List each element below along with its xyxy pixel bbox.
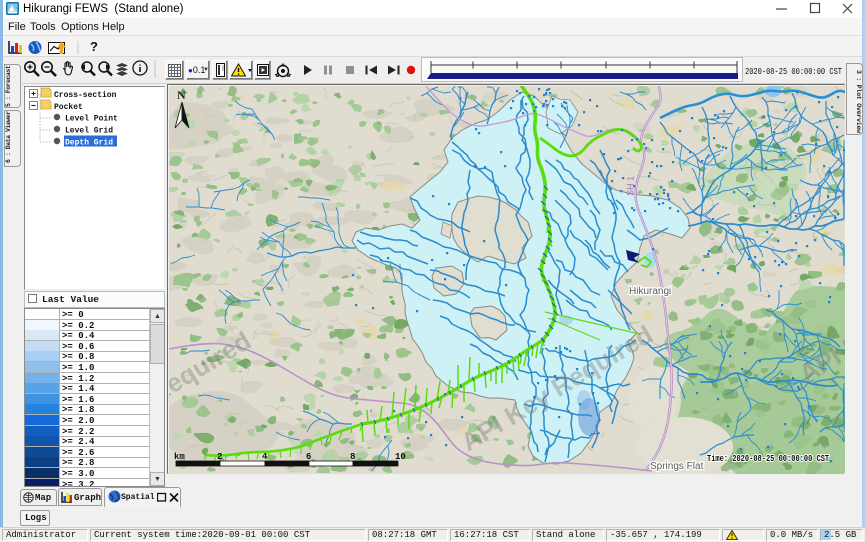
svg-text:Pocket: Pocket xyxy=(54,103,83,112)
svg-text:N: N xyxy=(177,88,186,102)
svg-text:Level Grid: Level Grid xyxy=(65,127,113,136)
svg-text:SH 1: SH 1 xyxy=(625,176,636,196)
svg-text:10: 10 xyxy=(395,452,406,462)
svg-text:Springs Flat: Springs Flat xyxy=(650,461,704,472)
svg-text:6: 6 xyxy=(306,452,311,462)
svg-text:4: 4 xyxy=(262,452,268,462)
svg-text:km: km xyxy=(174,452,185,462)
svg-text:8: 8 xyxy=(350,452,355,462)
svg-text:Depth Grid: Depth Grid xyxy=(65,139,113,148)
svg-text:Hikurangi: Hikurangi xyxy=(629,286,671,297)
svg-text:Cross-section: Cross-section xyxy=(54,91,117,100)
svg-text:2: 2 xyxy=(217,452,222,462)
svg-text:Time: 2020-08-25 00:00:00 CST: Time: 2020-08-25 00:00:00 CST xyxy=(707,453,829,464)
svg-text:Level Point: Level Point xyxy=(65,115,118,124)
